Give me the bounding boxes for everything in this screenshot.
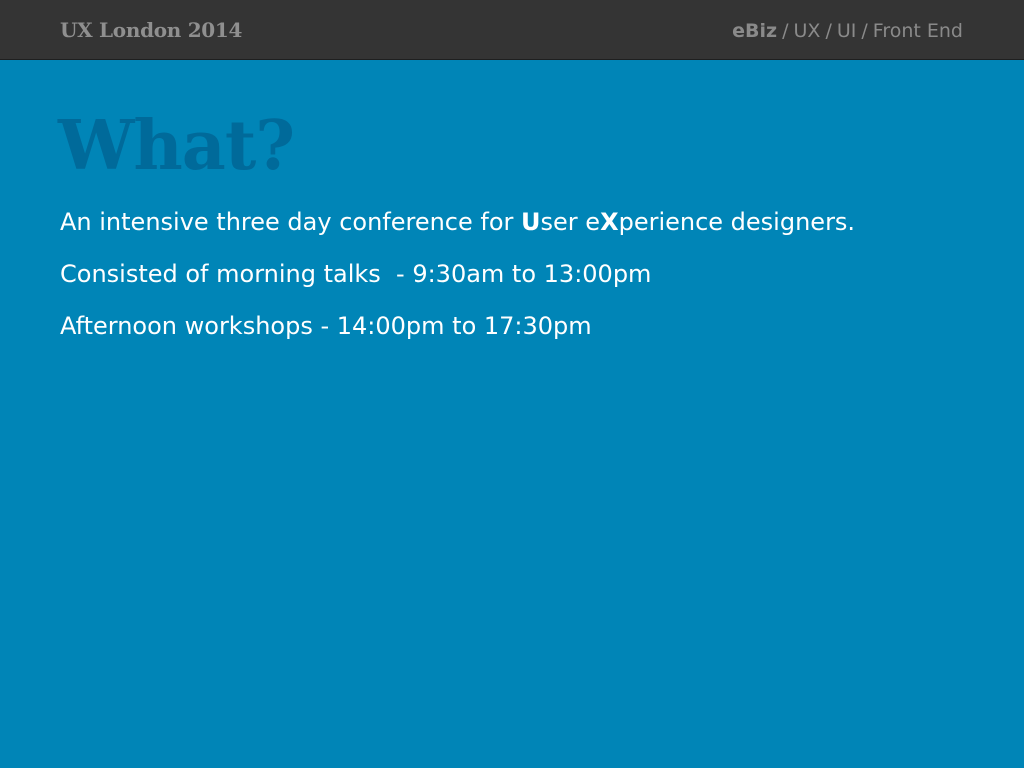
header-bar: UX London 2014 eBiz / UX / UI / Front End xyxy=(0,0,1024,60)
breadcrumb-item-ui: UI xyxy=(836,20,857,42)
content-line-morning-talks: Consisted of morning talks - 9:30am to 1… xyxy=(60,260,652,288)
breadcrumb-item-ebiz: eBiz xyxy=(732,20,778,42)
breadcrumb-separator: / xyxy=(782,20,789,42)
emphasis-x: X xyxy=(600,208,619,236)
line-text: ser e xyxy=(540,208,601,236)
line-text: An intensive three day conference for xyxy=(60,208,522,236)
breadcrumb-separator: / xyxy=(861,20,868,42)
breadcrumb-item-front-end: Front End xyxy=(872,20,963,42)
emphasis-u: U xyxy=(521,208,541,236)
breadcrumb: eBiz / UX / UI / Front End xyxy=(732,17,963,45)
breadcrumb-separator: / xyxy=(825,20,832,42)
content-line-afternoon-workshops: Afternoon workshops - 14:00pm to 17:30pm xyxy=(60,312,592,340)
breadcrumb-item-ux: UX xyxy=(793,20,821,42)
line-text: perience designers. xyxy=(618,208,856,236)
event-title: UX London 2014 xyxy=(60,18,243,42)
slide-title: What? xyxy=(58,106,295,186)
content-line-conference: An intensive three day conference for Us… xyxy=(60,204,980,240)
slide-content: An intensive three day conference for Us… xyxy=(60,204,980,344)
